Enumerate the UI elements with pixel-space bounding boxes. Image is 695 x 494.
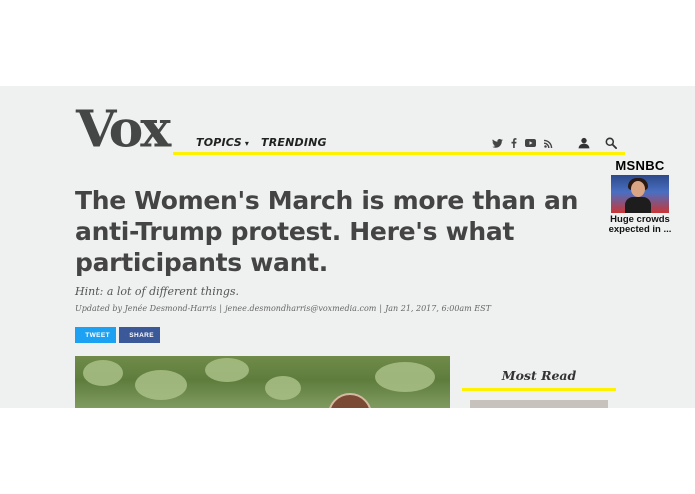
nav-topics[interactable]: TOPICS ▾: [196, 136, 249, 149]
twitter-icon[interactable]: [492, 138, 503, 148]
ad-caption: Huge crowds expected in ...: [608, 214, 672, 235]
article-dek: Hint: a lot of different things.: [75, 285, 240, 298]
msnbc-ad[interactable]: MSNBC Huge crowds expected in ...: [603, 158, 677, 235]
byline-prefix: Updated by: [75, 304, 123, 313]
most-read-rule: [462, 388, 616, 391]
share-buttons: TWEET SHARE: [75, 327, 160, 343]
tweet-label: TWEET: [85, 331, 110, 339]
most-read-module: Most Read: [462, 368, 616, 408]
share-label: SHARE: [129, 331, 154, 339]
article-byline: Updated by Jenée Desmond-Harris | jenee.de…: [75, 304, 491, 313]
ad-thumbnail: [611, 175, 669, 213]
rss-icon[interactable]: [544, 139, 553, 148]
nav-trending[interactable]: TRENDING: [261, 136, 327, 149]
youtube-icon[interactable]: [525, 139, 536, 147]
search-icon[interactable]: [605, 136, 617, 154]
article-headline: The Women's March is more than an anti-T…: [75, 186, 579, 277]
main-nav: TOPICS ▾ TRENDING: [196, 136, 327, 149]
facebook-icon[interactable]: [511, 138, 517, 148]
hero-image: [75, 356, 450, 408]
byline-email[interactable]: jenee.desmondharris@voxmedia.com: [225, 304, 376, 313]
user-icon[interactable]: [578, 136, 590, 154]
ad-brand: MSNBC: [615, 158, 665, 173]
tweet-button[interactable]: TWEET: [75, 327, 116, 343]
social-links: [492, 138, 553, 148]
nav-topics-label: TOPICS: [196, 136, 242, 149]
vox-logo[interactable]: Vox: [76, 104, 171, 156]
byline-author[interactable]: Jenée Desmond-Harris: [125, 304, 217, 313]
byline-date: Jan 21, 2017, 6:00am EST: [385, 304, 491, 313]
header-rule: [173, 152, 625, 155]
facebook-share-button[interactable]: SHARE: [119, 327, 160, 343]
most-read-title: Most Read: [501, 368, 577, 383]
chevron-down-icon: ▾: [244, 139, 250, 148]
most-read-thumbnail[interactable]: [470, 400, 608, 408]
page-viewport: Vox TOPICS ▾ TRENDING MSNBC Huge crowds e…: [0, 86, 695, 408]
